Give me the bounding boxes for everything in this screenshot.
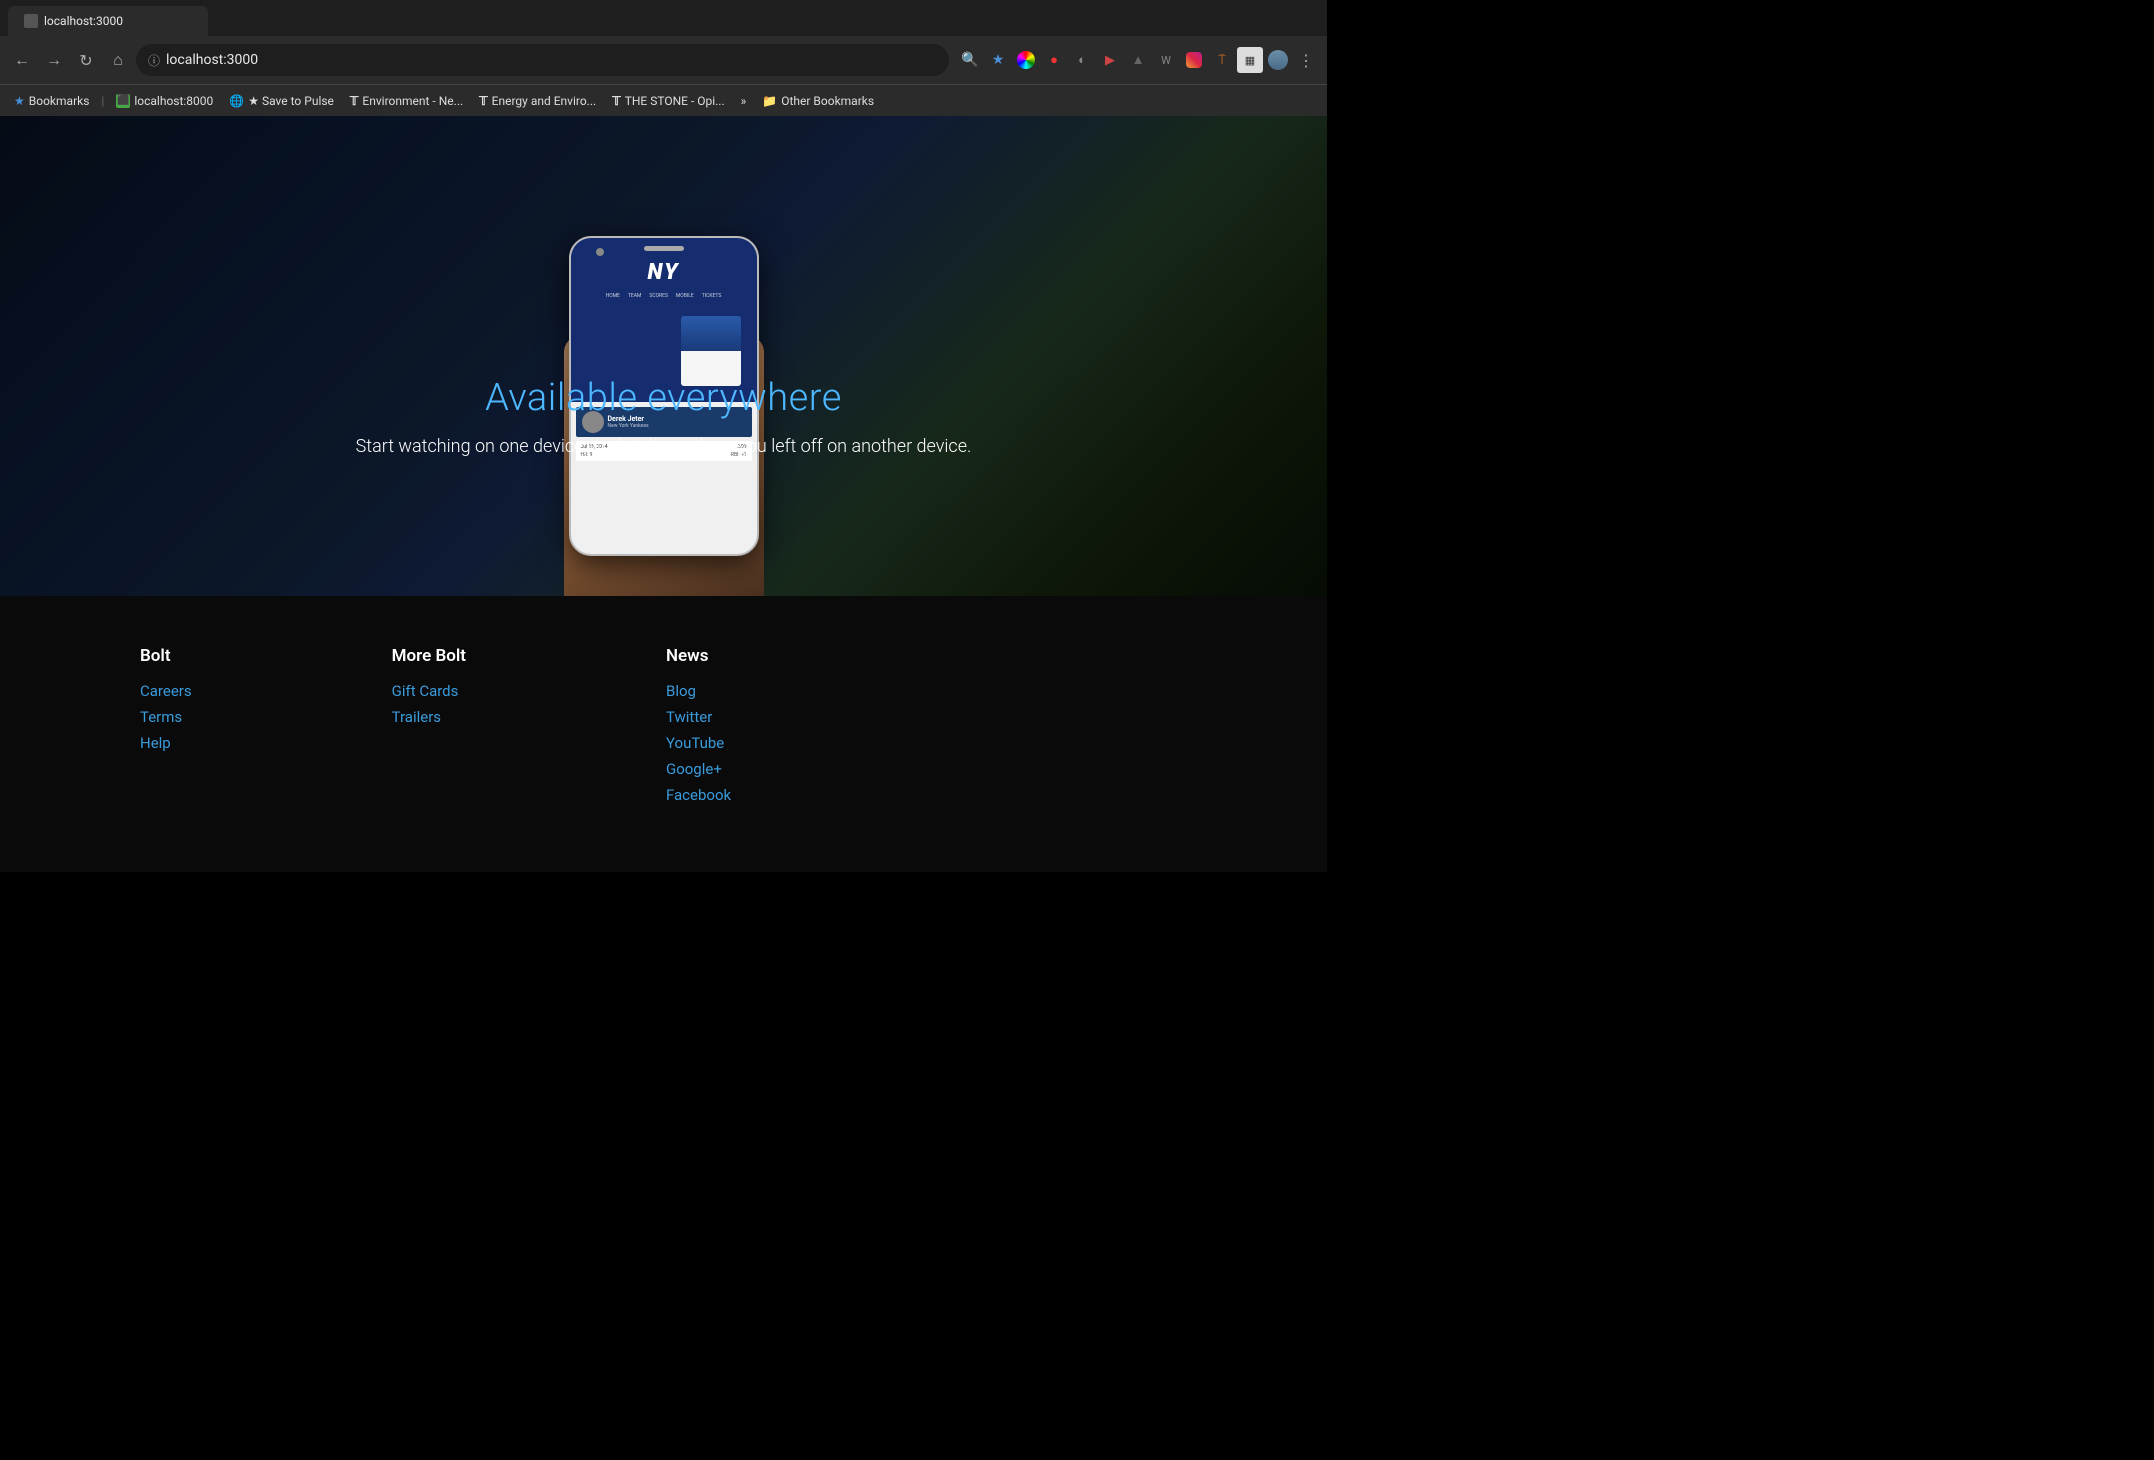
- rss-icon[interactable]: ⍑: [1209, 47, 1235, 73]
- phone-notch: [644, 246, 684, 251]
- search-icon-btn[interactable]: 🔍: [957, 47, 983, 73]
- phone-nav-home: HOME: [606, 293, 620, 299]
- phone-nav-mobile: MOBILE: [676, 293, 694, 299]
- bookmark-stone[interactable]: 𝕋 THE STONE - Opi...: [606, 92, 730, 110]
- bookmark-other[interactable]: 📁 Other Bookmarks: [756, 92, 880, 110]
- extension1-icon[interactable]: ●: [1041, 47, 1067, 73]
- hero-subtitle: Start watching on one device, and pick u…: [356, 436, 972, 457]
- menu-icon[interactable]: ⋮: [1293, 47, 1319, 73]
- bookmark-star-icon[interactable]: ★: [985, 47, 1011, 73]
- footer-link-terms[interactable]: Terms: [140, 708, 192, 726]
- nyt2-icon: 𝕋: [479, 94, 488, 108]
- phone-nav-team: TEAM: [628, 293, 641, 299]
- stone-label: THE STONE - Opi...: [625, 94, 725, 108]
- localhost8000-label: localhost:8000: [134, 94, 213, 108]
- hero-content: Available everywhere Start watching on o…: [356, 376, 972, 457]
- more-bookmarks-icon: »: [741, 94, 747, 108]
- pulse-globe-icon: 🌐: [229, 94, 244, 108]
- footer-link-trailers[interactable]: Trailers: [392, 708, 466, 726]
- browser-chrome: localhost:3000 ← → ↻ ⌂ ⓘ localhost:3000 …: [0, 0, 1327, 116]
- home-button[interactable]: ⌂: [104, 46, 132, 74]
- profile-icon[interactable]: [1265, 47, 1291, 73]
- save-to-pulse-label: ★ Save to Pulse: [248, 94, 334, 108]
- back-button[interactable]: ←: [8, 46, 36, 74]
- phone-logo: NY: [647, 260, 679, 285]
- phone-nav: HOME TEAM SCORES MOBILE TICKETS: [606, 293, 722, 299]
- footer-link-facebook[interactable]: Facebook: [666, 786, 731, 804]
- localhost8000-icon: ⬛: [116, 94, 130, 108]
- footer-column-bolt: Bolt Careers Terms Help: [140, 646, 192, 812]
- extension4-icon[interactable]: ▲: [1125, 47, 1151, 73]
- instagram-icon[interactable]: [1181, 47, 1207, 73]
- footer-link-googleplus[interactable]: Google+: [666, 760, 731, 778]
- phone-nav-scores: SCORES: [649, 293, 668, 299]
- footer-link-help[interactable]: Help: [140, 734, 192, 752]
- extension2-icon[interactable]: ◐: [1069, 47, 1095, 73]
- environment-label: Environment - Ne...: [362, 94, 463, 108]
- security-icon: ⓘ: [148, 52, 160, 69]
- tab-favicon: [24, 14, 38, 28]
- bookmark-localhost8000[interactable]: ⬛ localhost:8000: [110, 92, 219, 110]
- footer-link-youtube[interactable]: YouTube: [666, 734, 731, 752]
- address-bar-row: ← → ↻ ⌂ ⓘ localhost:3000 🔍 ★ ● ◐ ▶ ▲ W ⍑…: [0, 36, 1327, 84]
- footer-link-blog[interactable]: Blog: [666, 682, 731, 700]
- footer-bolt-heading: Bolt: [140, 646, 192, 666]
- footer-column-news: News Blog Twitter YouTube Google+ Facebo…: [666, 646, 731, 812]
- refresh-button[interactable]: ↻: [72, 46, 100, 74]
- separator1: |: [101, 94, 104, 108]
- toolbar-icons: 🔍 ★ ● ◐ ▶ ▲ W ⍑ ▦ ⋮: [957, 47, 1319, 73]
- bookmark-save-to-pulse[interactable]: 🌐 ★ Save to Pulse: [223, 92, 340, 110]
- address-bar[interactable]: ⓘ localhost:3000: [136, 44, 949, 76]
- bookmark-chevron[interactable]: »: [735, 92, 753, 110]
- hero-section: NY HOME TEAM SCORES MOBILE TICKETS: [0, 116, 1327, 596]
- footer-column-more-bolt: More Bolt Gift Cards Trailers: [392, 646, 466, 812]
- hero-title: Available everywhere: [356, 376, 972, 420]
- footer-news-heading: News: [666, 646, 731, 666]
- forward-button[interactable]: →: [40, 46, 68, 74]
- bookmark-bookmarks[interactable]: ★ Bookmarks: [8, 92, 95, 110]
- footer-link-gift-cards[interactable]: Gift Cards: [392, 682, 466, 700]
- footer-link-careers[interactable]: Careers: [140, 682, 192, 700]
- color-wheel-icon[interactable]: [1013, 47, 1039, 73]
- bookmarks-star-icon: ★: [14, 94, 25, 108]
- extension6-icon[interactable]: ▦: [1237, 47, 1263, 73]
- bookmark-energy[interactable]: 𝕋 Energy and Enviro...: [473, 92, 602, 110]
- bookmarks-label: Bookmarks: [29, 94, 90, 108]
- phone-nav-tickets: TICKETS: [702, 293, 722, 299]
- footer-link-twitter[interactable]: Twitter: [666, 708, 731, 726]
- phone-camera: [596, 248, 604, 256]
- tab-bar: localhost:3000: [0, 0, 1327, 36]
- bookmarks-bar: ★ Bookmarks | ⬛ localhost:8000 🌐 ★ Save …: [0, 84, 1327, 116]
- extension5-icon[interactable]: W: [1153, 47, 1179, 73]
- folder-icon: 📁: [762, 94, 777, 108]
- tab-title: localhost:3000: [44, 14, 123, 28]
- address-text: localhost:3000: [166, 52, 258, 68]
- nyt1-icon: 𝕋: [350, 94, 359, 108]
- bookmark-environment[interactable]: 𝕋 Environment - Ne...: [344, 92, 469, 110]
- footer-section: Bolt Careers Terms Help More Bolt Gift C…: [0, 596, 1327, 872]
- extension3-icon[interactable]: ▶: [1097, 47, 1123, 73]
- active-tab[interactable]: localhost:3000: [8, 6, 208, 36]
- footer-more-bolt-heading: More Bolt: [392, 646, 466, 666]
- nyt3-icon: 𝕋: [612, 94, 621, 108]
- other-bookmarks-label: Other Bookmarks: [781, 94, 874, 108]
- energy-label: Energy and Enviro...: [492, 94, 597, 108]
